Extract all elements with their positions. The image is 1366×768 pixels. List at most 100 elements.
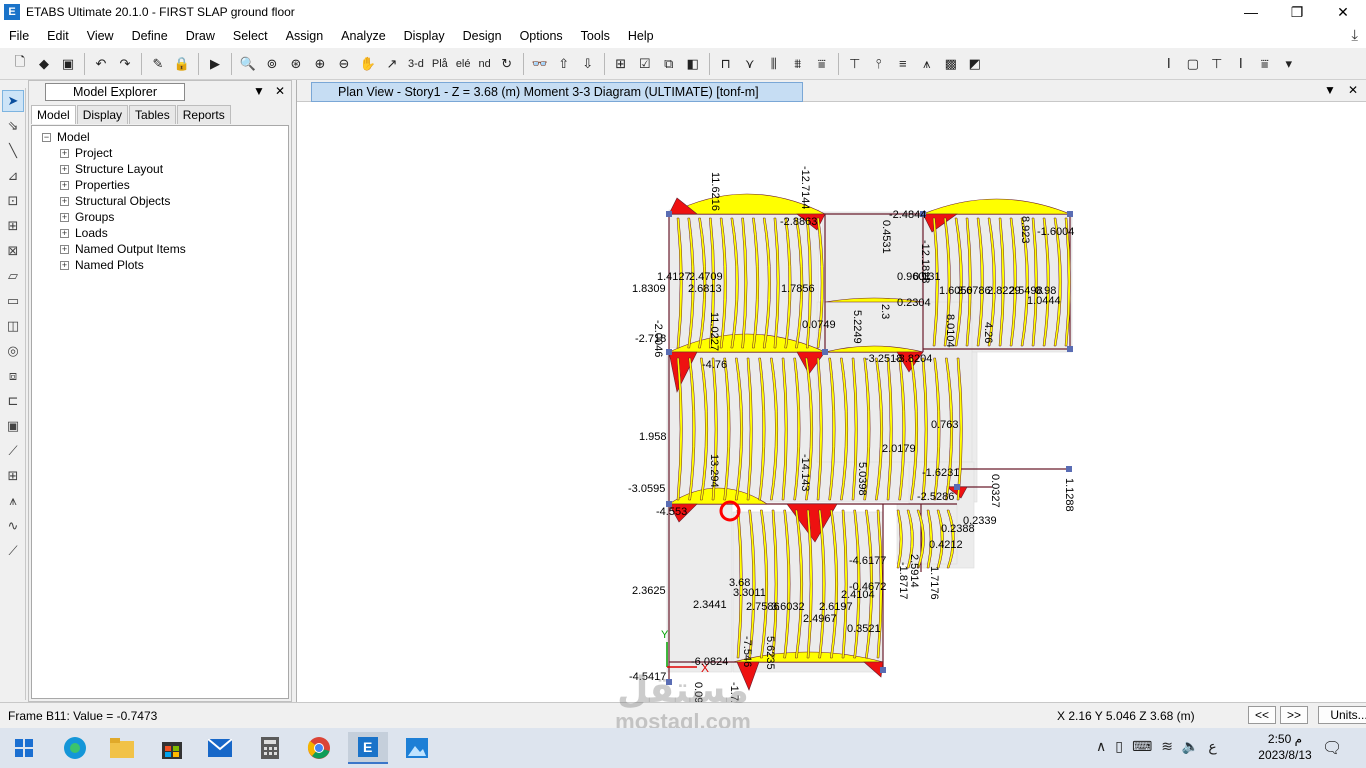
windows-start-icon[interactable]: [4, 732, 44, 764]
menu-analyze[interactable]: Analyze: [332, 29, 394, 43]
etabs-taskbar-icon[interactable]: E: [348, 732, 388, 764]
menu-assign[interactable]: Assign: [277, 29, 333, 43]
tab-model[interactable]: Model: [31, 105, 76, 124]
draw-dimension-icon[interactable]: ⊏: [2, 390, 24, 412]
tab-reports[interactable]: Reports: [176, 105, 231, 124]
slab-icon[interactable]: ▢: [1181, 52, 1205, 76]
draw-tendon-icon[interactable]: ▣: [2, 415, 24, 437]
deformed-shape-icon[interactable]: ⋎: [738, 52, 762, 76]
mail-icon[interactable]: [200, 732, 240, 764]
display-options-icon[interactable]: ⧉: [657, 52, 681, 76]
draw-column-icon[interactable]: ⊡: [2, 190, 24, 212]
view-dropdown-icon[interactable]: ▼: [1324, 83, 1336, 97]
tree-node-model[interactable]: − Model: [32, 129, 288, 145]
redo-icon[interactable]: ↷: [113, 52, 137, 76]
open-file-icon[interactable]: ◆: [32, 52, 56, 76]
explorer-close-icon[interactable]: ✕: [275, 84, 285, 98]
section-cut-icon[interactable]: ⊤: [843, 52, 867, 76]
extrude-icon[interactable]: ◧: [681, 52, 705, 76]
view-3d-button[interactable]: 3-d: [404, 52, 428, 76]
next-button[interactable]: >>: [1280, 706, 1308, 724]
tree-node-properties[interactable]: + Properties: [32, 177, 288, 193]
draw-link-icon[interactable]: ⧈: [2, 365, 24, 387]
virtual-work-icon[interactable]: ⫯: [867, 52, 891, 76]
menu-tools[interactable]: Tools: [572, 29, 619, 43]
tray-language[interactable]: ع: [1208, 738, 1216, 755]
draw-wall-icon[interactable]: ⊞: [2, 215, 24, 237]
pier-icon[interactable]: ⩚: [915, 52, 939, 76]
tree-node-named-output-items[interactable]: + Named Output Items: [32, 241, 288, 257]
taskbar-clock[interactable]: 2:50 م 2023/8/13: [1252, 731, 1318, 763]
draw-opening-icon[interactable]: ◫: [2, 315, 24, 337]
draw-stair-icon[interactable]: ⩚: [2, 490, 24, 512]
select-pointer-icon[interactable]: ➤: [2, 90, 24, 112]
tray-keyboard-icon[interactable]: ⌨: [1132, 738, 1152, 755]
tray-volume-icon[interactable]: 🔈: [1182, 738, 1199, 755]
perspective-icon[interactable]: 👓: [528, 52, 552, 76]
collapse-icon[interactable]: −: [42, 132, 51, 142]
move-down-icon[interactable]: ⇩: [576, 52, 600, 76]
beam-icon[interactable]: ⊤: [1205, 52, 1229, 76]
menu-draw[interactable]: Draw: [177, 29, 224, 43]
close-button[interactable]: ✕: [1320, 0, 1366, 24]
draw-brace-icon[interactable]: ⊠: [2, 240, 24, 262]
edge-browser-icon[interactable]: [55, 732, 95, 764]
toolbar-more-icon[interactable]: ▾: [1277, 52, 1301, 76]
elevation-view-button[interactable]: elé: [452, 52, 475, 76]
plan-view-button[interactable]: Plå: [428, 52, 452, 76]
joint-reaction-icon[interactable]: ⩸: [810, 52, 834, 76]
zoom-out-icon[interactable]: ⊖: [332, 52, 356, 76]
draw-floor-icon[interactable]: ▱: [2, 265, 24, 287]
fill-icon[interactable]: ◩: [963, 52, 987, 76]
photos-icon[interactable]: [397, 732, 437, 764]
file-explorer-icon[interactable]: [102, 732, 142, 764]
frame-icon[interactable]: ⊓: [714, 52, 738, 76]
draw-ruler-icon[interactable]: ⟋: [2, 540, 24, 562]
zoom-extents-icon[interactable]: ⊛: [284, 52, 308, 76]
maximize-button[interactable]: ❐: [1274, 0, 1320, 24]
force-diagram-icon[interactable]: ⫼: [762, 52, 786, 76]
model-canvas[interactable]: X Y 11.6216 -12.7144 -2.8863 0.4531 -2.4844 -12…: [297, 102, 1366, 719]
moment-diagram[interactable]: XY11.6216 -12.7144-2.8863 0.4531-2.4844-12…: [297, 102, 1366, 719]
menu-file[interactable]: File: [0, 29, 38, 43]
draw-point-icon[interactable]: ◎: [2, 340, 24, 362]
download-icon[interactable]: ⤓: [1351, 27, 1358, 44]
expand-icon[interactable]: +: [60, 212, 69, 222]
tree-node-named-plots[interactable]: + Named Plots: [32, 257, 288, 273]
draw-line-icon[interactable]: ╲: [2, 140, 24, 162]
run-analysis-icon[interactable]: ▶: [203, 52, 227, 76]
tray-chevron-icon[interactable]: ∧: [1096, 738, 1106, 755]
save-icon[interactable]: ▣: [56, 52, 80, 76]
view-close-icon[interactable]: ✕: [1348, 83, 1358, 97]
expand-icon[interactable]: +: [60, 180, 69, 190]
menu-select[interactable]: Select: [224, 29, 277, 43]
expand-icon[interactable]: +: [60, 196, 69, 206]
lock-icon[interactable]: 🔒: [170, 52, 194, 76]
tab-display[interactable]: Display: [76, 105, 129, 124]
shell-stress-icon[interactable]: ⩩: [786, 52, 810, 76]
undo-icon[interactable]: ↶: [89, 52, 113, 76]
rotate-view-icon[interactable]: ↻: [495, 52, 519, 76]
draw-grid-icon[interactable]: ⊞: [2, 465, 24, 487]
menu-options[interactable]: Options: [511, 29, 572, 43]
menu-edit[interactable]: Edit: [38, 29, 78, 43]
store-icon[interactable]: [152, 732, 192, 764]
menu-define[interactable]: Define: [123, 29, 177, 43]
units-button[interactable]: Units...: [1318, 706, 1366, 724]
expand-icon[interactable]: +: [60, 244, 69, 254]
menu-help[interactable]: Help: [619, 29, 663, 43]
render-icon[interactable]: ▩: [939, 52, 963, 76]
previous-button[interactable]: <<: [1248, 706, 1276, 724]
section-designer-icon[interactable]: Ⅰ: [1157, 52, 1181, 76]
expand-icon[interactable]: +: [60, 228, 69, 238]
notifications-icon[interactable]: 🗨: [1322, 738, 1342, 758]
draw-wave-icon[interactable]: ∿: [2, 515, 24, 537]
strip-icon[interactable]: ≡: [891, 52, 915, 76]
expand-icon[interactable]: +: [60, 260, 69, 270]
pencil-icon[interactable]: ✎: [146, 52, 170, 76]
menu-display[interactable]: Display: [395, 29, 454, 43]
expand-icon[interactable]: +: [60, 164, 69, 174]
expand-icon[interactable]: +: [60, 148, 69, 158]
view-tab-title[interactable]: Plan View - Story1 - Z = 3.68 (m) Moment…: [311, 82, 803, 102]
zoom-in-icon[interactable]: ⊕: [308, 52, 332, 76]
